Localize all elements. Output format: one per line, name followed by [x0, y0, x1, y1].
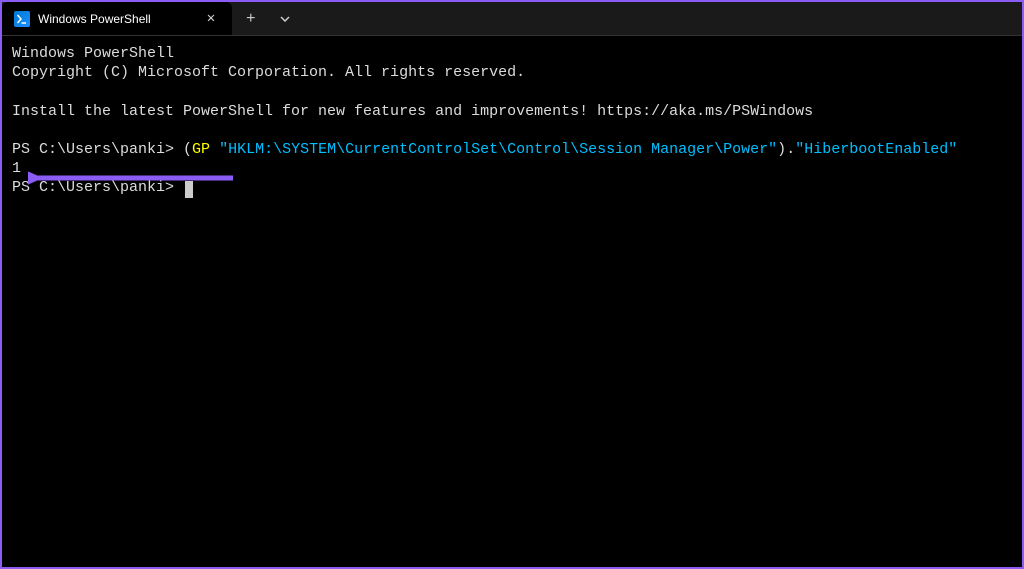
cursor: [185, 181, 193, 198]
command-line-2: PS C:\Users\panki>: [12, 178, 1012, 197]
powershell-icon: [14, 11, 30, 27]
close-icon[interactable]: ✕: [202, 10, 220, 27]
registry-path-string: "HKLM:\SYSTEM\CurrentControlSet\Control\…: [219, 141, 777, 158]
prompt-path: PS C:\Users\panki>: [12, 179, 183, 196]
terminal-output[interactable]: Windows PowerShell Copyright (C) Microso…: [2, 36, 1022, 206]
tab-powershell[interactable]: Windows PowerShell ✕: [2, 2, 232, 35]
prompt-path: PS C:\Users\panki>: [12, 141, 183, 158]
tab-bar: Windows PowerShell ✕ +: [2, 2, 1022, 36]
new-tab-button[interactable]: +: [232, 2, 270, 35]
banner-line: Install the latest PowerShell for new fe…: [12, 102, 1012, 121]
output-line: 1: [12, 159, 1012, 178]
copyright-line: Copyright (C) Microsoft Corporation. All…: [12, 63, 1012, 82]
cmdlet-name: GP: [192, 141, 210, 158]
property-name-string: "HiberbootEnabled": [795, 141, 957, 158]
command-line-1: PS C:\Users\panki> (GP "HKLM:\SYSTEM\Cur…: [12, 140, 1012, 159]
tab-title: Windows PowerShell: [38, 12, 194, 26]
header-line: Windows PowerShell: [12, 44, 1012, 63]
tab-dropdown-button[interactable]: [270, 2, 300, 35]
